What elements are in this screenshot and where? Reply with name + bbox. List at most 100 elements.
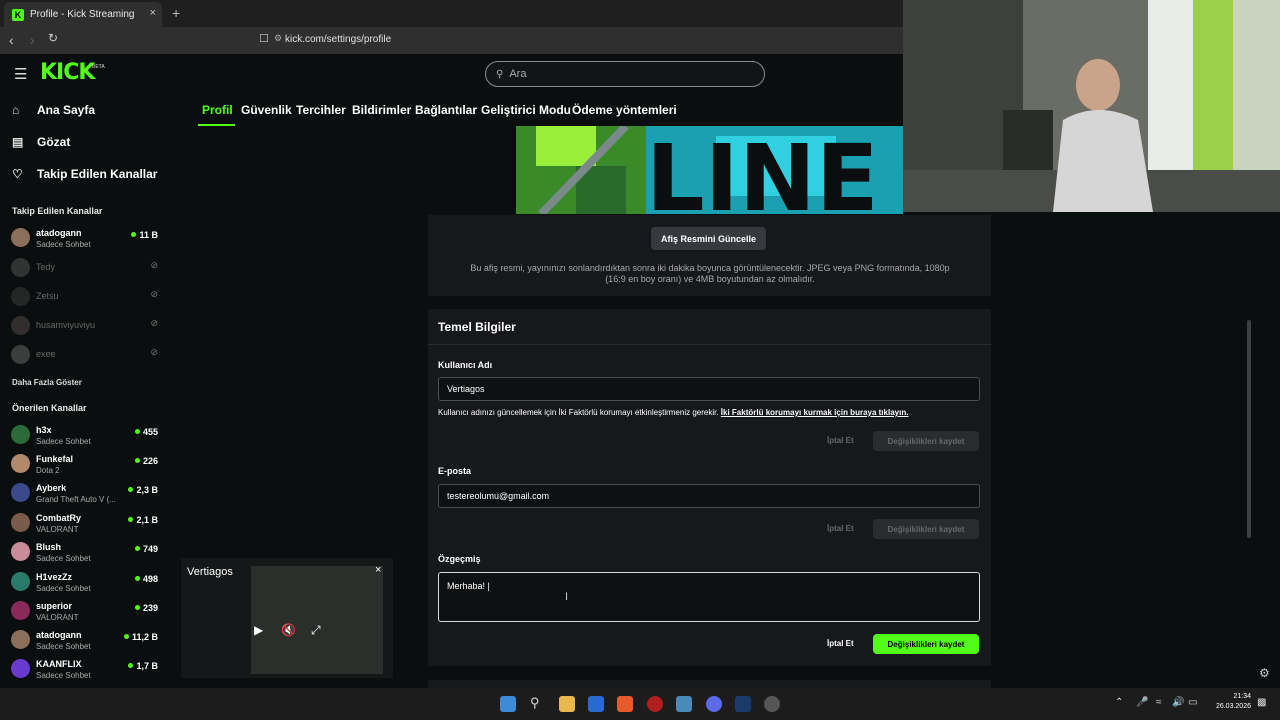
- channel-item[interactable]: Ayberk Grand Theft Auto V (... 2,3 B: [10, 481, 160, 507]
- username-save-button[interactable]: Değişiklikleri kaydet: [873, 431, 979, 451]
- avatar: [11, 542, 30, 561]
- site-info-icon[interactable]: ⚙: [274, 33, 282, 44]
- followed-channels-header: Takip Edilen Kanallar: [12, 206, 103, 216]
- close-icon[interactable]: ×: [375, 564, 381, 576]
- sidebar-item-label: Gözat: [37, 135, 71, 149]
- bio-save-button[interactable]: Değişiklikleri kaydet: [873, 634, 979, 654]
- twofa-note: Kullanıcı adınızı güncellemek için İki F…: [438, 408, 908, 417]
- offline-icon: ⊘: [150, 318, 158, 328]
- email-save-button[interactable]: Değişiklikleri kaydet: [873, 519, 979, 539]
- channel-name: superior: [36, 601, 73, 611]
- channel-item[interactable]: husamviyuviyu ⊘: [10, 314, 160, 340]
- channel-item[interactable]: atadogann Sadece Sohbet 11 B: [10, 226, 160, 252]
- beta-badge: BETA: [92, 64, 105, 70]
- channel-item[interactable]: KAANFLIX Sadece Sohbet 1,7 B: [10, 657, 160, 683]
- chevron-up-icon[interactable]: ⌃: [1115, 697, 1123, 708]
- channel-item[interactable]: atadogann Sadece Sohbet 11,2 B: [10, 628, 160, 654]
- channel-item[interactable]: Blush Sadece Sohbet 749: [10, 540, 160, 566]
- viewer-count: 1,7 B: [128, 661, 158, 671]
- reload-icon[interactable]: ↻: [48, 31, 58, 45]
- fullscreen-icon[interactable]: ⤢: [311, 623, 321, 638]
- tab-notifications[interactable]: Bildirimler: [352, 103, 411, 117]
- banner-image: LINE: [516, 126, 903, 214]
- bio-cancel-button[interactable]: İptal Et: [827, 639, 854, 648]
- brave-browser-icon[interactable]: [617, 696, 633, 712]
- battery-icon[interactable]: ▭: [1188, 697, 1197, 708]
- channel-item[interactable]: exee ⊘: [10, 343, 160, 369]
- file-explorer-icon[interactable]: [559, 696, 575, 712]
- channel-item[interactable]: H1vezZz Sadece Sohbet 498: [10, 570, 160, 596]
- app-icon[interactable]: [764, 696, 780, 712]
- gear-icon[interactable]: ⚙: [1259, 666, 1270, 680]
- channel-item[interactable]: Zetsu ⊘: [10, 285, 160, 311]
- clock-date: 26.03.2026: [1215, 703, 1251, 710]
- email-cancel-button[interactable]: İptal Et: [827, 524, 854, 533]
- viewer-count: 2,1 B: [128, 515, 158, 525]
- channel-item[interactable]: CombatRy VALORANT 2,1 B: [10, 511, 160, 537]
- tab-developer-mode[interactable]: Geliştirici Modu: [481, 103, 571, 117]
- viewer-count: 239: [135, 603, 158, 613]
- channel-category: Sadece Sohbet: [36, 671, 91, 680]
- avatar: [11, 228, 30, 247]
- store-icon[interactable]: [588, 696, 604, 712]
- username-cancel-button[interactable]: İptal Et: [827, 436, 854, 445]
- active-tab-indicator: [198, 124, 235, 126]
- app-icon[interactable]: [647, 696, 663, 712]
- webcam-overlay: [903, 0, 1280, 212]
- username-field[interactable]: Vertiagos: [438, 377, 980, 401]
- forward-icon[interactable]: ›: [30, 32, 35, 48]
- notification-icon[interactable]: ▩: [1257, 697, 1266, 708]
- sidebar-item-browse[interactable]: ▤ Gözat: [12, 135, 70, 149]
- tab-payment-methods[interactable]: Ödeme yöntemleri: [572, 103, 677, 117]
- page-scrollbar[interactable]: [1247, 320, 1251, 538]
- mute-icon[interactable]: 🔇: [281, 623, 296, 637]
- system-clock[interactable]: 21:34 26.03.2026: [1205, 692, 1251, 712]
- mini-player-video: [251, 566, 383, 674]
- volume-icon[interactable]: 🔊: [1172, 697, 1184, 708]
- tab-profile[interactable]: Profil: [202, 103, 233, 117]
- twofa-setup-link[interactable]: İki Faktörlü korumayı kurmak için buraya…: [721, 408, 909, 417]
- show-more-link[interactable]: Daha Fazla Göster: [12, 378, 82, 387]
- viewer-count: 498: [135, 574, 158, 584]
- channel-category: Sadece Sohbet: [36, 240, 91, 249]
- channel-item[interactable]: Funkefal Dota 2 226: [10, 452, 160, 478]
- offline-icon: ⊘: [150, 289, 158, 299]
- steam-icon[interactable]: [735, 696, 751, 712]
- play-icon[interactable]: ▶: [254, 623, 263, 637]
- address-bar[interactable]: kick.com/settings/profile: [285, 34, 391, 45]
- start-icon[interactable]: [500, 696, 516, 712]
- bookmark-icon[interactable]: ☐: [259, 32, 269, 45]
- sidebar-item-home[interactable]: ⌂ Ana Sayfa: [12, 103, 95, 117]
- channel-item[interactable]: Tedy ⊘: [10, 256, 160, 282]
- search-input[interactable]: ⚲ Ara: [485, 61, 765, 87]
- tab-security[interactable]: Güvenlik: [241, 103, 292, 117]
- tab-connections[interactable]: Bağlantılar: [415, 103, 477, 117]
- browser-tab[interactable]: K Profile - Kick Streaming ×: [4, 2, 162, 27]
- sidebar-item-following[interactable]: ♡ Takip Edilen Kanallar: [12, 167, 157, 181]
- search-icon[interactable]: ⚲: [530, 695, 540, 711]
- kick-logo[interactable]: KICK: [40, 60, 95, 85]
- channel-category: Grand Theft Auto V (...: [36, 495, 116, 504]
- new-tab-button[interactable]: +: [172, 5, 180, 21]
- wifi-icon[interactable]: ≈: [1156, 697, 1162, 708]
- update-banner-button[interactable]: Afiş Resmini Güncelle: [651, 227, 766, 250]
- avatar: [11, 258, 30, 277]
- channel-name: CombatRy: [36, 513, 82, 523]
- channel-category: Dota 2: [36, 466, 60, 475]
- microphone-icon[interactable]: 🎤: [1136, 697, 1148, 708]
- menu-icon[interactable]: ☰: [14, 65, 27, 83]
- app-icon[interactable]: [676, 696, 692, 712]
- bio-textarea[interactable]: Merhaba! |: [438, 572, 980, 622]
- channel-item[interactable]: superior VALORANT 239: [10, 599, 160, 625]
- channel-item[interactable]: h3x Sadece Sohbet 455: [10, 423, 160, 449]
- email-field[interactable]: testereolumu@gmail.com: [438, 484, 980, 508]
- viewer-count: 2,3 B: [128, 485, 158, 495]
- channel-name: Funkefal: [36, 454, 74, 464]
- tab-preferences[interactable]: Tercihler: [296, 103, 346, 117]
- avatar: [11, 513, 30, 532]
- back-icon[interactable]: ‹: [9, 32, 14, 48]
- discord-icon[interactable]: [706, 696, 722, 712]
- basic-info-title: Temel Bilgiler: [438, 320, 516, 334]
- tab-close-icon[interactable]: ×: [150, 7, 156, 19]
- heart-icon: ♡: [12, 167, 23, 181]
